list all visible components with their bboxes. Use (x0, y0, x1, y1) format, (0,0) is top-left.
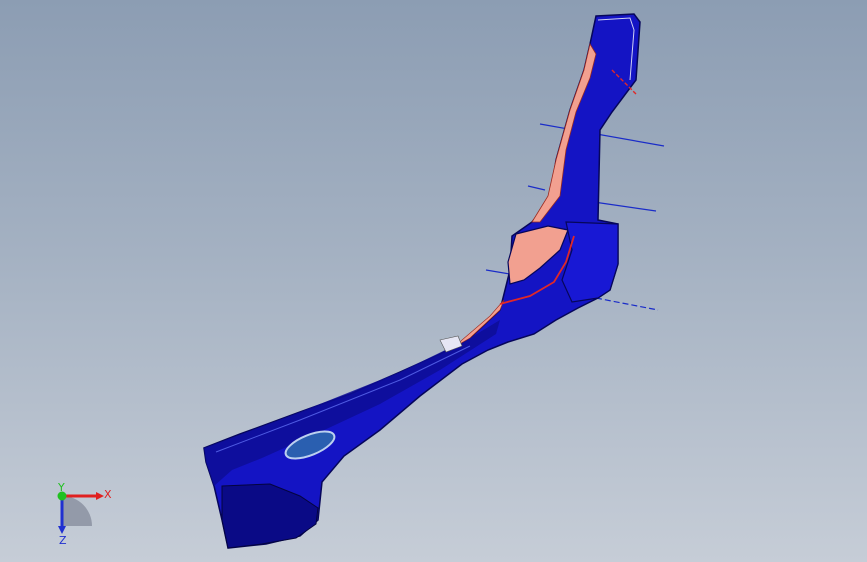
triad-y-label: Y (57, 481, 65, 494)
section-line-5 (527, 185, 546, 191)
graphics-viewport[interactable]: X Y Z (0, 0, 867, 562)
triad-z-arrow (58, 526, 66, 534)
section-line-4 (485, 269, 511, 275)
triad-plane (62, 496, 92, 526)
section-line-3 (595, 297, 659, 311)
model-view[interactable]: X Y Z (0, 0, 867, 562)
triad-z-label: Z (59, 534, 67, 547)
triad-x-label: X (104, 488, 112, 501)
triad-x-arrow (96, 492, 104, 500)
coordinate-triad: X Y Z (57, 481, 112, 547)
pillar-trim-part[interactable] (203, 13, 641, 549)
bracket-box (561, 221, 619, 303)
